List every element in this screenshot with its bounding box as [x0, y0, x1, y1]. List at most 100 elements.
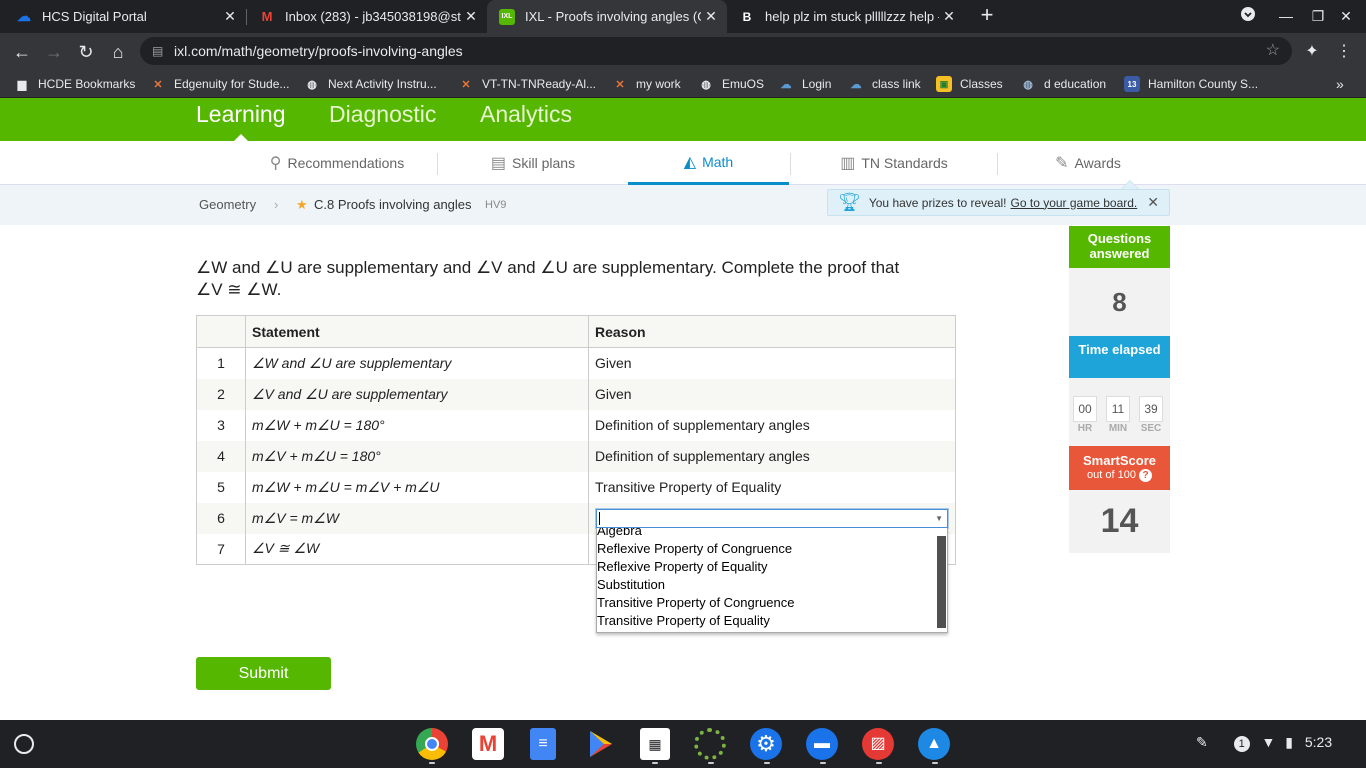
bookmark[interactable]: ◍ EmuOS: [698, 70, 764, 98]
files-icon[interactable]: ▬: [806, 728, 838, 760]
close-tab-icon[interactable]: ✕: [461, 8, 481, 25]
bookmarks-bar: ▆ HCDE Bookmarks ✕ Edgenuity for Stude... …: [0, 70, 1366, 98]
reason-select[interactable]: ▼: [596, 509, 948, 528]
bookmark[interactable]: ◍ d education: [1020, 70, 1106, 98]
nav-learning[interactable]: Learning: [196, 101, 286, 128]
reason-cell: Transitive Property of Equality: [588, 471, 956, 503]
edgenuity-icon: ✕: [615, 78, 625, 91]
dropdown-scrollbar[interactable]: [937, 536, 946, 628]
new-tab-icon[interactable]: +: [976, 4, 998, 26]
tab-skill-plans[interactable]: ▤ Skill plans: [438, 141, 628, 185]
reload-icon[interactable]: ↻: [74, 40, 98, 64]
back-arrow-icon[interactable]: ←: [10, 40, 34, 64]
address-bar[interactable]: ▤ ixl.com/math/geometry/proofs-involving…: [140, 37, 1292, 65]
row-number: 2: [196, 378, 246, 410]
bookmark[interactable]: ☁ Login: [778, 70, 832, 98]
breadcrumb-subject[interactable]: Geometry: [199, 197, 256, 212]
game-board-link[interactable]: Go to your game board.: [1011, 196, 1138, 210]
browser-tab[interactable]: ☁ HCS Digital Portal ✕: [0, 0, 246, 33]
loading-app-icon[interactable]: [694, 728, 726, 760]
edgenuity-icon: ✕: [461, 78, 471, 91]
dropdown-option[interactable]: Transitive Property of Equality: [597, 612, 937, 630]
dropdown-option[interactable]: Transitive Property of Congruence: [597, 594, 937, 612]
close-tab-icon[interactable]: ✕: [701, 8, 721, 25]
gallery-icon[interactable]: ▨: [862, 728, 894, 760]
docs-icon[interactable]: ≡: [530, 728, 556, 760]
row-number: 3: [196, 409, 246, 441]
play-store-icon[interactable]: [584, 728, 616, 760]
bookmark[interactable]: 13 Hamilton County S...: [1124, 70, 1258, 98]
extensions-icon[interactable]: ✦: [1300, 40, 1324, 64]
dropdown-option[interactable]: Substitution: [597, 576, 937, 594]
star-icon: ★: [296, 197, 308, 212]
tab-math[interactable]: ◭ Math: [628, 141, 789, 185]
nav-diagnostic[interactable]: Diagnostic: [329, 101, 436, 128]
help-icon[interactable]: ?: [1139, 469, 1152, 482]
browser-tab[interactable]: M Inbox (283) - jb345038198@stu ✕: [247, 0, 487, 33]
close-window-icon[interactable]: ✕: [1336, 6, 1356, 26]
timer-seconds-label: SEC: [1140, 423, 1162, 434]
chevron-right-icon: ›: [274, 197, 279, 212]
chrome-icon[interactable]: [416, 728, 448, 760]
ixl-icon: IXL: [499, 8, 515, 25]
nav-analytics[interactable]: Analytics: [480, 101, 572, 128]
tab-search-icon[interactable]: [1238, 6, 1258, 26]
ixl-main-nav: Learning Diagnostic Analytics: [0, 98, 1366, 141]
menu-dots-icon[interactable]: ⋮: [1332, 40, 1356, 64]
dropdown-option[interactable]: Reflexive Property of Equality: [597, 558, 937, 576]
launcher-icon[interactable]: [14, 734, 34, 754]
submit-button[interactable]: Submit: [196, 657, 331, 690]
chevron-down-icon[interactable]: ▼: [935, 514, 943, 523]
running-indicator: [764, 762, 770, 764]
statement-cell: ∠V ≅ ∠W: [245, 533, 589, 565]
recommendations-icon: ⚲: [269, 155, 282, 172]
bookmark[interactable]: ☁ class link: [848, 70, 921, 98]
tab-recommendations[interactable]: ⚲ Recommendations: [238, 141, 436, 185]
question-line: ∠W and ∠U are supplementary and ∠V and ∠…: [196, 258, 900, 277]
settings-gear-icon[interactable]: ⚙: [750, 728, 782, 760]
forward-arrow-icon[interactable]: →: [42, 40, 66, 64]
statement-cell: m∠W + m∠U = m∠V + m∠U: [245, 471, 589, 503]
home-icon[interactable]: ⌂: [106, 40, 130, 64]
stylus-icon[interactable]: ✎: [1196, 734, 1208, 750]
tab-title: IXL - Proofs involving angles (Ge: [525, 9, 701, 24]
dropdown-option[interactable]: Reflexive Property of Congruence: [597, 540, 937, 558]
bookmark[interactable]: ✕ Edgenuity for Stude...: [150, 70, 289, 98]
math-icon: ◭: [683, 153, 697, 171]
edgenuity-icon: ✕: [153, 78, 163, 91]
running-indicator: [932, 762, 938, 764]
statement-cell: m∠V = m∠W: [245, 502, 589, 534]
site-info-icon[interactable]: ▤: [152, 37, 163, 65]
table-row: 2 ∠V and ∠U are supplementary Given: [196, 378, 956, 410]
prize-text: You have prizes to reveal!: [868, 195, 1007, 210]
close-tab-icon[interactable]: ✕: [939, 8, 959, 25]
awards-icon: ✎: [1055, 155, 1069, 172]
bookmark[interactable]: ◍ Next Activity Instru...: [304, 70, 437, 98]
bookmark[interactable]: ▣ Classes: [936, 70, 1003, 98]
more-bookmarks-icon[interactable]: »: [1336, 70, 1344, 98]
folder-icon: ▆: [17, 78, 27, 91]
close-icon[interactable]: ✕: [1147, 194, 1159, 211]
browser-tab[interactable]: B help plz im stuck plllllzzz help - B ✕: [727, 0, 965, 33]
calculator-icon[interactable]: ▦: [640, 728, 670, 760]
system-tray[interactable]: ✎ 1 ▼ ▮ 5:23: [1196, 734, 1332, 752]
clock: 5:23: [1304, 734, 1333, 750]
trophy-icon: 🏆︎: [838, 192, 861, 212]
tab-title: HCS Digital Portal: [42, 9, 147, 24]
dropdown-option[interactable]: Algebra: [597, 528, 937, 540]
gmail-icon[interactable]: M: [472, 728, 504, 760]
bookmark[interactable]: ✕ my work: [612, 70, 680, 98]
restore-icon[interactable]: ❐: [1308, 6, 1328, 26]
bookmark-star-icon[interactable]: ☆: [1266, 37, 1280, 65]
photos-mountain-icon[interactable]: ▲: [918, 728, 950, 760]
bookmark[interactable]: ✕ VT-TN-TNReady-Al...: [458, 70, 596, 98]
text-cursor: [599, 512, 600, 525]
chromeos-shelf: M ≡ ▦ ⚙ ▬ ▨ ▲: [0, 720, 1366, 768]
close-tab-icon[interactable]: ✕: [220, 8, 240, 25]
row-number: 7: [196, 533, 246, 565]
tab-awards[interactable]: ✎ Awards: [998, 141, 1178, 185]
bookmark-folder[interactable]: ▆ HCDE Bookmarks: [14, 70, 136, 98]
tab-tn-standards[interactable]: ▥ TN Standards: [791, 141, 997, 185]
browser-tab-active[interactable]: IXL IXL - Proofs involving angles (Ge ✕: [487, 0, 727, 33]
minimize-icon[interactable]: —: [1276, 6, 1296, 26]
